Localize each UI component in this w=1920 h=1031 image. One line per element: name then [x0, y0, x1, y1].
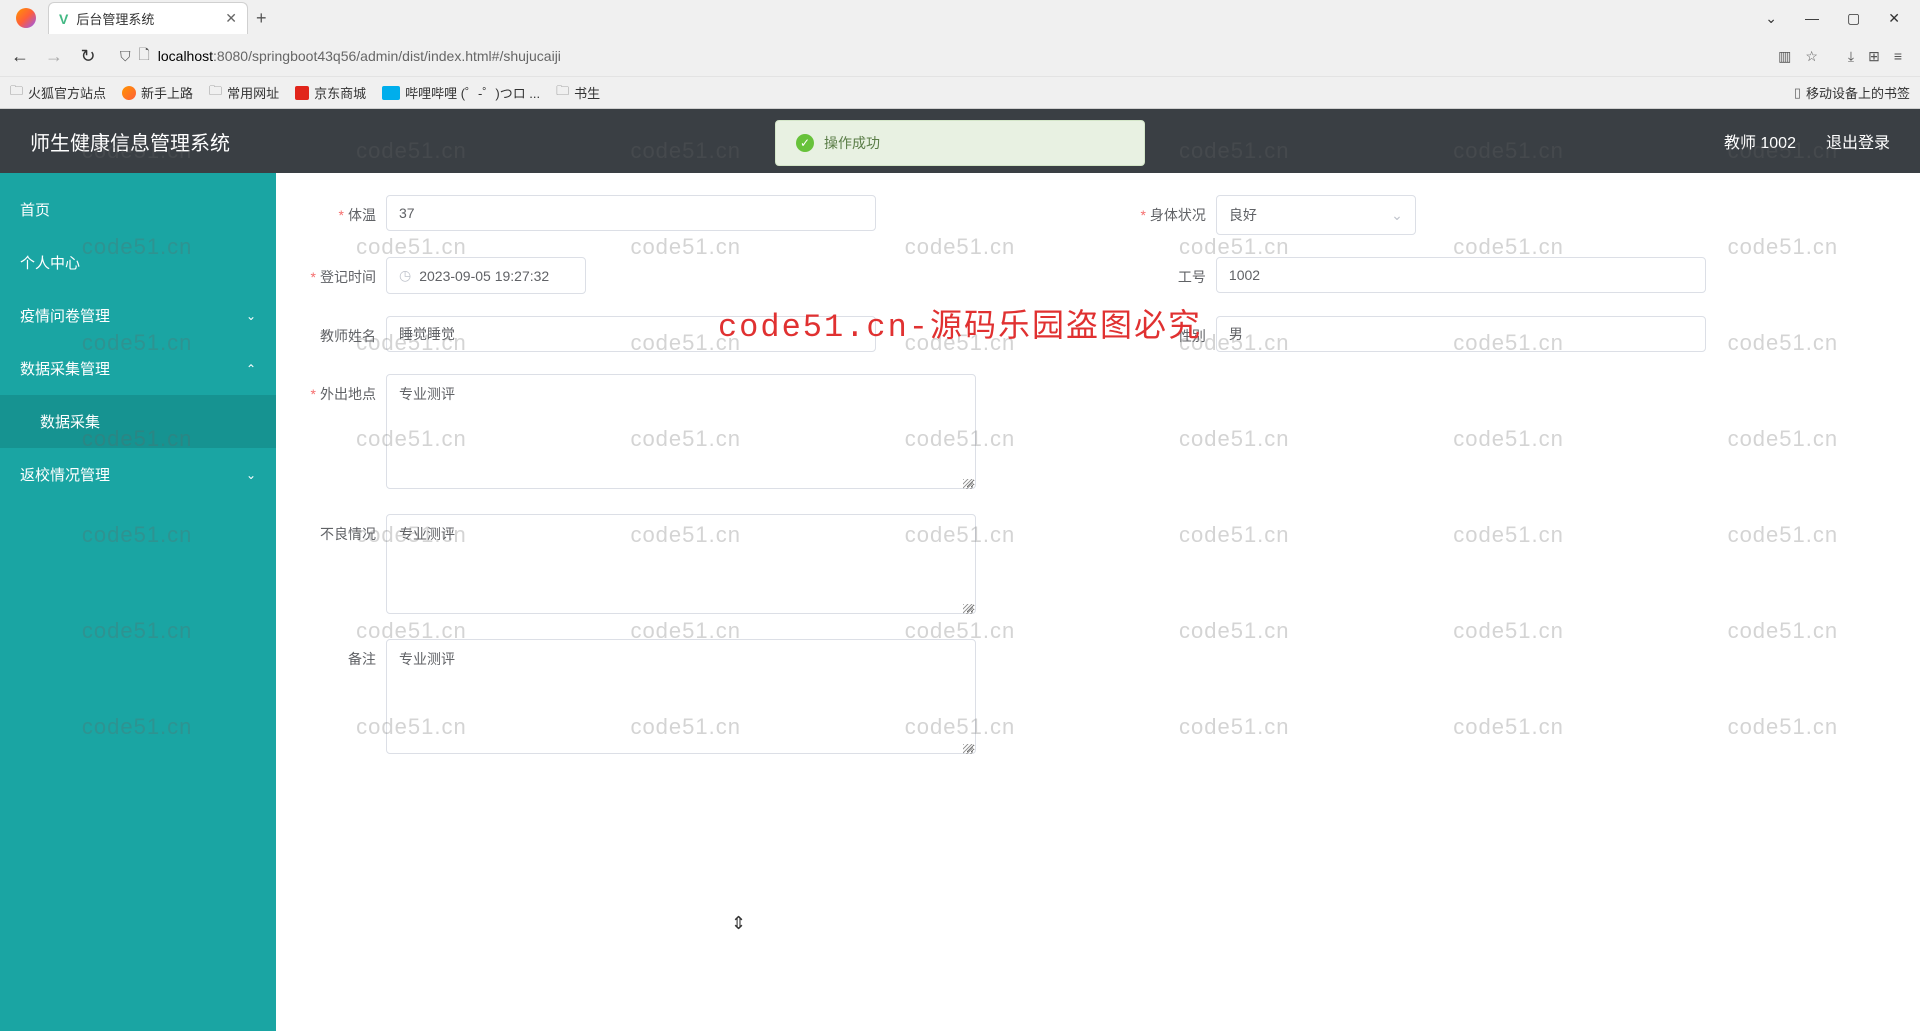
bookmarks-bar: 🗀火狐官方站点 新手上路 🗀常用网址 京东商城 哔哩哔哩 (゜-゜)つロ ...…	[0, 76, 1920, 108]
app-title: 师生健康信息管理系统	[30, 127, 230, 156]
bookmark-item[interactable]: 京东商城	[295, 83, 366, 102]
chevron-down-icon: ⌄	[1391, 207, 1403, 224]
gender-input[interactable]	[1216, 316, 1706, 352]
mobile-icon: ▯	[1794, 85, 1801, 101]
label-gender: 性别	[1126, 316, 1216, 346]
address-bar: ← → ↻ ⛉ 🗋 localhost:8080/springboot43q56…	[0, 36, 1920, 76]
reader-icon[interactable]: ▥	[1778, 48, 1791, 65]
extensions-icon[interactable]: ⊞	[1868, 48, 1880, 65]
chevron-down-icon[interactable]: ⌄	[1765, 10, 1777, 27]
bookmark-item[interactable]: 🗀常用网址	[209, 82, 279, 104]
back-button[interactable]: ←	[8, 46, 32, 67]
bookmark-item[interactable]: 哔哩哔哩 (゜-゜)つロ ...	[382, 83, 540, 102]
url-input[interactable]: ⛉ 🗋 localhost:8080/springboot43q56/admin…	[110, 44, 1768, 68]
sidebar-item-home[interactable]: 首页	[0, 183, 276, 236]
condition-select[interactable]: 良好 ⌄	[1216, 195, 1416, 235]
label-condition: 身体状况	[1126, 195, 1216, 225]
chevron-down-icon: ⌄	[246, 309, 256, 323]
browser-chrome: V 后台管理系统 ✕ + ⌄ — ▢ ✕ ← → ↻ ⛉ 🗋 localhost…	[0, 0, 1920, 109]
chevron-down-icon: ⌄	[246, 468, 256, 482]
sidebar: 首页 个人中心 疫情问卷管理⌄ 数据采集管理⌃ 数据采集 返校情况管理⌄	[0, 173, 276, 1031]
check-icon: ✓	[796, 134, 814, 152]
bad-textarea[interactable]	[386, 514, 976, 614]
empno-input[interactable]	[1216, 257, 1706, 293]
bookmark-mobile[interactable]: ▯移动设备上的书签	[1794, 83, 1910, 102]
temperature-input[interactable]	[386, 195, 876, 231]
bookmark-item[interactable]: 新手上路	[122, 83, 193, 102]
url-text: localhost:8080/springboot43q56/admin/dis…	[158, 48, 561, 64]
remark-textarea[interactable]	[386, 639, 976, 754]
cursor-icon: ⇕	[731, 913, 746, 934]
label-outplace: 外出地点	[296, 374, 386, 404]
success-toast: ✓ 操作成功	[775, 120, 1145, 166]
user-label[interactable]: 教师 1002	[1724, 129, 1796, 153]
sidebar-item-questionnaire[interactable]: 疫情问卷管理⌄	[0, 289, 276, 342]
forward-button: →	[42, 46, 66, 67]
tab-title: 后台管理系统	[76, 9, 217, 28]
bookmark-item[interactable]: 🗀书生	[556, 82, 600, 104]
jd-icon	[295, 86, 309, 100]
label-regtime: 登记时间	[296, 257, 386, 287]
shield-icon: ⛉	[120, 48, 131, 65]
menu-icon[interactable]: ≡	[1894, 48, 1902, 65]
clock-icon: ◷	[399, 267, 411, 284]
new-tab-button[interactable]: +	[256, 8, 267, 29]
folder-icon: 🗀	[556, 82, 569, 104]
teacher-name-input[interactable]	[386, 316, 876, 352]
toolbar-extensions: ⤓ ⊞ ≡	[1838, 48, 1912, 65]
minimize-icon[interactable]: —	[1805, 10, 1819, 27]
outplace-textarea[interactable]	[386, 374, 976, 489]
logout-link[interactable]: 退出登录	[1826, 129, 1890, 153]
chevron-up-icon: ⌃	[246, 362, 256, 376]
folder-icon: 🗀	[10, 82, 23, 104]
label-temperature: 体温	[296, 195, 386, 225]
form-content: 体温 身体状况 良好 ⌄ 登记时间 ◷ 2023-09-05 19:27:32	[276, 173, 1920, 1031]
firefox-logo-icon	[16, 8, 36, 28]
bookmark-item[interactable]: 🗀火狐官方站点	[10, 82, 106, 104]
sidebar-item-personal[interactable]: 个人中心	[0, 236, 276, 289]
reload-button[interactable]: ↻	[76, 46, 100, 67]
label-empno: 工号	[1126, 257, 1216, 287]
close-window-icon[interactable]: ✕	[1888, 10, 1900, 27]
sidebar-item-data-collect[interactable]: 数据采集	[0, 395, 276, 448]
bookmark-star-icon[interactable]: ☆	[1805, 48, 1818, 65]
label-bad: 不良情况	[296, 514, 386, 544]
lock-icon: 🗋	[139, 44, 150, 68]
download-icon[interactable]: ⤓	[1848, 48, 1854, 65]
tab-bar: V 后台管理系统 ✕ + ⌄ — ▢ ✕	[0, 0, 1920, 36]
label-remark: 备注	[296, 639, 386, 669]
regtime-input[interactable]: ◷ 2023-09-05 19:27:32	[386, 257, 586, 294]
close-icon[interactable]: ✕	[225, 10, 237, 27]
sidebar-item-return-mgmt[interactable]: 返校情况管理⌄	[0, 448, 276, 501]
vue-icon: V	[59, 11, 68, 27]
label-teacher-name: 教师姓名	[296, 316, 386, 346]
url-actions: ▥ ☆	[1778, 48, 1828, 65]
window-controls: ⌄ — ▢ ✕	[1765, 10, 1912, 27]
toast-text: 操作成功	[824, 133, 880, 153]
maximize-icon[interactable]: ▢	[1847, 10, 1860, 27]
folder-icon: 🗀	[209, 82, 222, 104]
browser-tab[interactable]: V 后台管理系统 ✕	[48, 2, 248, 34]
firefox-icon	[122, 86, 136, 100]
sidebar-item-data-mgmt[interactable]: 数据采集管理⌃	[0, 342, 276, 395]
bilibili-icon	[382, 86, 400, 100]
